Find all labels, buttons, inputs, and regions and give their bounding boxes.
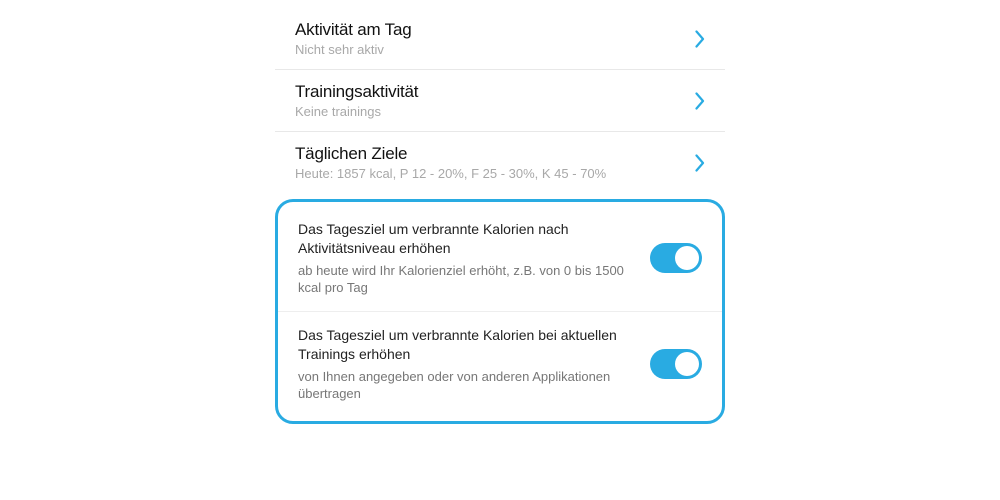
list-item-subtitle: Heute: 1857 kcal, P 12 - 20%, F 25 - 30%… (295, 166, 683, 181)
toggle-content: Das Tagesziel um verbrannte Kalorien nac… (298, 220, 650, 297)
toggle-title: Das Tagesziel um verbrannte Kalorien nac… (298, 220, 630, 258)
list-item-title: Täglichen Ziele (295, 144, 683, 164)
list-item-content: Täglichen Ziele Heute: 1857 kcal, P 12 -… (295, 144, 683, 181)
toggle-knob (675, 352, 699, 376)
list-item-subtitle: Nicht sehr aktiv (295, 42, 683, 57)
toggle-desc: von Ihnen angegeben oder von anderen App… (298, 368, 630, 403)
toggle-switch-current-training[interactable] (650, 349, 702, 379)
toggle-title: Das Tagesziel um verbrannte Kalorien bei… (298, 326, 630, 364)
chevron-right-icon (695, 154, 705, 172)
toggle-switch-activity-level[interactable] (650, 243, 702, 273)
list-item-daily-goals[interactable]: Täglichen Ziele Heute: 1857 kcal, P 12 -… (275, 132, 725, 193)
settings-list: Aktivität am Tag Nicht sehr aktiv Traini… (275, 8, 725, 500)
list-item-training-activity[interactable]: Trainingsaktivität Keine trainings (275, 70, 725, 132)
list-item-subtitle: Keine trainings (295, 104, 683, 119)
toggle-knob (675, 246, 699, 270)
list-item-content: Trainingsaktivität Keine trainings (295, 82, 683, 119)
list-item-title: Trainingsaktivität (295, 82, 683, 102)
toggle-desc: ab heute wird Ihr Kalorienziel erhöht, z… (298, 262, 630, 297)
toggle-item-current-training: Das Tagesziel um verbrannte Kalorien bei… (278, 311, 722, 417)
chevron-right-icon (695, 30, 705, 48)
highlight-box: Das Tagesziel um verbrannte Kalorien nac… (275, 199, 725, 424)
list-item-title: Aktivität am Tag (295, 20, 683, 40)
list-item-activity-day[interactable]: Aktivität am Tag Nicht sehr aktiv (275, 8, 725, 70)
toggle-content: Das Tagesziel um verbrannte Kalorien bei… (298, 326, 650, 403)
toggle-item-activity-level: Das Tagesziel um verbrannte Kalorien nac… (278, 206, 722, 311)
chevron-right-icon (695, 92, 705, 110)
list-item-content: Aktivität am Tag Nicht sehr aktiv (295, 20, 683, 57)
